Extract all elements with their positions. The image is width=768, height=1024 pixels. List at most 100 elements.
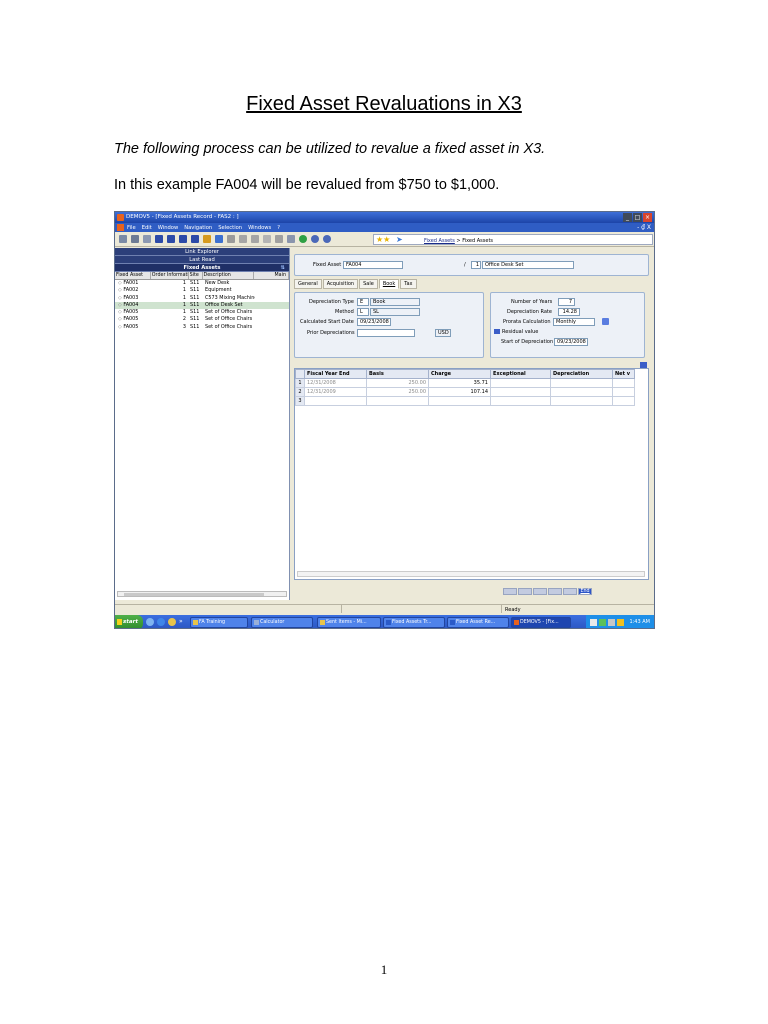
left-horizontal-scrollbar[interactable] xyxy=(117,591,287,597)
previous-record-icon[interactable] xyxy=(167,235,175,243)
taskbar-button-demov5[interactable]: DEMOV5 - [Fix... xyxy=(511,617,571,628)
cell-net-value[interactable] xyxy=(612,378,635,388)
cell-basis[interactable] xyxy=(366,396,429,406)
save-icon[interactable] xyxy=(143,235,151,243)
order-field[interactable]: 1 xyxy=(471,261,481,269)
nav-next-button[interactable] xyxy=(533,588,547,595)
col-order-information[interactable]: Order Information xyxy=(151,272,189,279)
menu-window-controls[interactable]: - ₫ X xyxy=(637,224,651,231)
cell-depreciation[interactable] xyxy=(550,396,613,406)
start-dep-field[interactable]: 09/23/2008 xyxy=(554,338,588,346)
help-icon[interactable] xyxy=(311,235,319,243)
tab-tax[interactable]: Tax xyxy=(400,279,417,289)
method-code-field[interactable]: L xyxy=(357,308,369,316)
cell-charge[interactable]: 35.71 xyxy=(428,378,491,388)
grid-col-charge[interactable]: Charge xyxy=(428,369,491,379)
nav-other-button[interactable] xyxy=(563,588,577,595)
taskbar-button-fa-training[interactable]: FA Training xyxy=(190,617,248,628)
menu-file[interactable]: File xyxy=(127,225,136,231)
list-item[interactable]: ◇ FA005 3 S11 Set of Office Chairs xyxy=(115,324,289,331)
menu-selection[interactable]: Selection xyxy=(218,225,242,231)
menu-window[interactable]: Window xyxy=(158,225,178,231)
link-explorer-header[interactable]: Link Explorer xyxy=(115,248,289,256)
nav-first-button[interactable] xyxy=(503,588,517,595)
grid-col-net-value[interactable]: Net v xyxy=(612,369,635,379)
residual-checkbox[interactable] xyxy=(494,329,500,334)
pin-icon[interactable]: ➤ xyxy=(396,235,403,244)
list-item[interactable]: ◇ FA005 2 S11 Set of Office Chairs xyxy=(115,316,289,323)
grid-horizontal-scrollbar[interactable] xyxy=(297,571,645,577)
rate-field[interactable]: 14.28 xyxy=(558,308,580,316)
col-main[interactable]: Main xyxy=(254,272,289,279)
tray-icon[interactable] xyxy=(608,619,615,626)
fixed-asset-field[interactable]: FA004 xyxy=(343,261,403,269)
tray-icon[interactable] xyxy=(590,619,597,626)
cell-basis[interactable]: 250.00 xyxy=(366,378,429,388)
prior-dep-field[interactable] xyxy=(357,329,415,337)
menu-edit[interactable]: Edit xyxy=(142,225,152,231)
info-icon[interactable] xyxy=(215,235,223,243)
maximize-button[interactable]: □ xyxy=(633,213,642,222)
copy-icon[interactable] xyxy=(239,235,247,243)
end-button[interactable]: End xyxy=(578,588,592,595)
menu-help[interactable]: ? xyxy=(277,225,280,231)
tab-acquisition[interactable]: Acquisition xyxy=(322,279,359,289)
nav-last-button[interactable] xyxy=(548,588,562,595)
list-item[interactable]: ◇ FA002 1 S11 Equipment xyxy=(115,287,289,294)
prorata-dropdown-icon[interactable] xyxy=(602,318,609,325)
cell-fiscal-year-end[interactable]: 12/31/2008 xyxy=(304,378,367,388)
tray-icon[interactable] xyxy=(617,619,624,626)
grid-col-exceptional[interactable]: Exceptional xyxy=(490,369,551,379)
close-button[interactable]: × xyxy=(643,213,652,222)
go-icon[interactable] xyxy=(299,235,307,243)
cell-depreciation[interactable] xyxy=(550,387,613,397)
list-item[interactable]: ◇ FA001 1 S11 New Desk xyxy=(115,280,289,287)
nav-previous-button[interactable] xyxy=(518,588,532,595)
tab-book[interactable]: Book xyxy=(378,279,400,289)
list-icon[interactable] xyxy=(275,235,283,243)
print-icon[interactable] xyxy=(131,235,139,243)
cell-depreciation[interactable] xyxy=(550,378,613,388)
list-item[interactable]: ◇ FA005 1 S11 Set of Office Chairs xyxy=(115,309,289,316)
start-button[interactable]: start xyxy=(115,615,143,628)
col-site[interactable]: Site xyxy=(189,272,203,279)
cell-fiscal-year-end[interactable] xyxy=(304,396,367,406)
cell-net-value[interactable] xyxy=(612,387,635,397)
new-icon[interactable] xyxy=(119,235,127,243)
cell-exceptional[interactable] xyxy=(490,378,551,388)
grid-col-basis[interactable]: Basis xyxy=(366,369,429,379)
chart-icon[interactable] xyxy=(287,235,295,243)
cell-exceptional[interactable] xyxy=(490,396,551,406)
grid-col-fiscal-year-end[interactable]: Fiscal Year End xyxy=(304,369,367,379)
years-field[interactable]: 7 xyxy=(558,298,575,306)
last-record-icon[interactable] xyxy=(191,235,199,243)
taskbar-button-fixed-asset-re[interactable]: Fixed Asset Re... xyxy=(447,617,509,628)
cell-basis[interactable]: 250.00 xyxy=(366,387,429,397)
cell-charge[interactable] xyxy=(428,396,491,406)
cell-charge[interactable]: 107.14 xyxy=(428,387,491,397)
favorites-star-icon[interactable]: ★★ xyxy=(376,235,390,244)
grid-col-depreciation[interactable]: Depreciation xyxy=(550,369,613,379)
quicklaunch-desktop-icon[interactable] xyxy=(146,618,154,626)
pencil-icon[interactable] xyxy=(203,235,211,243)
menu-navigation[interactable]: Navigation xyxy=(184,225,212,231)
prorata-select[interactable]: Monthly xyxy=(553,318,595,326)
cell-net-value[interactable] xyxy=(612,396,635,406)
collapse-arrows-icon[interactable]: ⇅ xyxy=(281,264,285,272)
tab-sale[interactable]: Sale xyxy=(359,279,378,289)
table-row[interactable]: 1 12/31/2008 250.00 35.71 xyxy=(295,378,635,388)
last-read-header[interactable]: Last Read xyxy=(115,256,289,264)
table-row[interactable]: 3 xyxy=(295,396,635,406)
quicklaunch-ie-icon[interactable] xyxy=(157,618,165,626)
cell-exceptional[interactable] xyxy=(490,387,551,397)
paste-icon[interactable] xyxy=(251,235,259,243)
quicklaunch-folder-icon[interactable] xyxy=(168,618,176,626)
fixed-assets-header[interactable]: Fixed Assets ⇅ xyxy=(115,264,289,272)
delete-icon[interactable] xyxy=(263,235,271,243)
col-fixed-asset[interactable]: Fixed Asset xyxy=(115,272,151,279)
web-icon[interactable] xyxy=(323,235,331,243)
taskbar-button-sent-items[interactable]: Sent Items - Mi... xyxy=(317,617,381,628)
col-description[interactable]: Description xyxy=(203,272,255,279)
minimize-button[interactable]: _ xyxy=(623,213,632,222)
list-item[interactable]: ◇ FA004 1 S11 Office Desk Set xyxy=(115,301,289,310)
